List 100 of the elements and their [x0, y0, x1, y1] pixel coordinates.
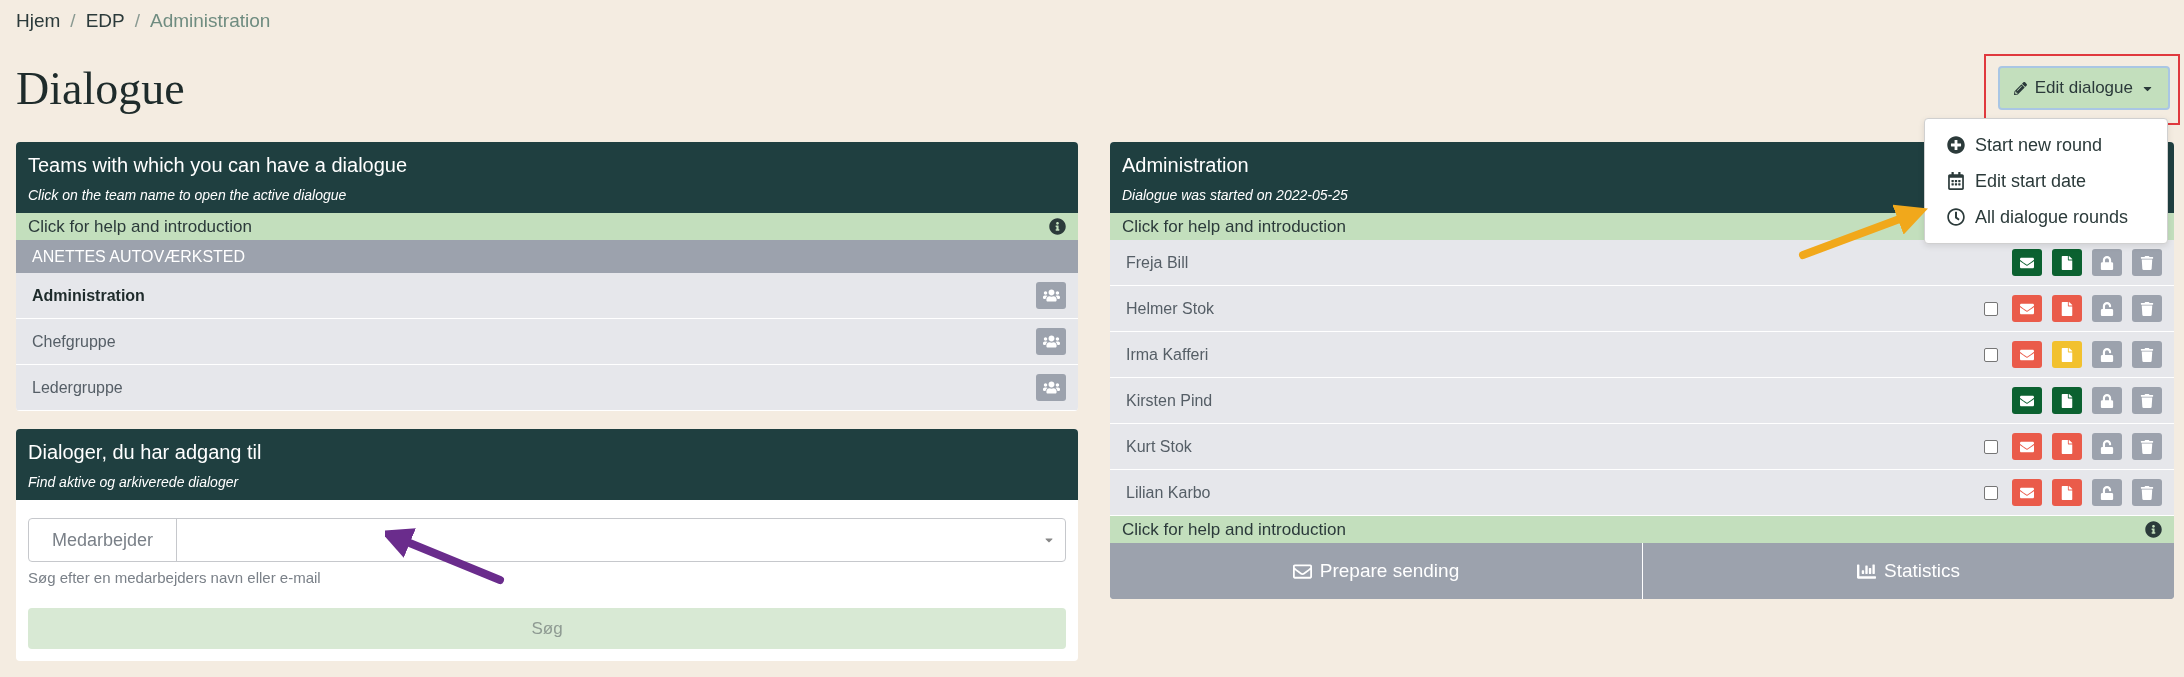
- help-bar[interactable]: Click for help and introduction: [16, 213, 1078, 240]
- document-button[interactable]: [2052, 387, 2082, 414]
- mail-button[interactable]: [2012, 433, 2042, 460]
- mail-button[interactable]: [2012, 295, 2042, 322]
- document-icon: [2060, 439, 2074, 454]
- group-header: ANETTES AUTOVÆRKSTED: [16, 240, 1078, 273]
- menu-item[interactable]: Start new round: [1925, 127, 2167, 163]
- lock-icon: [2100, 393, 2114, 408]
- pencil-icon: [2013, 81, 2027, 95]
- breadcrumb-separator: /: [134, 10, 140, 32]
- panel-title: Dialoger, du har adgang til: [28, 441, 263, 464]
- team-name[interactable]: Chefgruppe: [32, 332, 116, 351]
- lock-button[interactable]: [2092, 295, 2122, 322]
- delete-button[interactable]: [2132, 479, 2162, 506]
- unlocked-icon: [2100, 301, 2114, 316]
- lock-button[interactable]: [2092, 387, 2122, 414]
- menu-item[interactable]: Edit start date: [1925, 163, 2167, 199]
- envelope-icon: [2020, 347, 2034, 362]
- panel-subtitle: Click on the team name to open the active dialogue: [28, 187, 348, 203]
- trash-icon: [2140, 485, 2154, 500]
- team-row[interactable]: Chefgruppe: [16, 319, 1078, 365]
- help-bar[interactable]: Click for help and introduction: [1110, 516, 2174, 543]
- breadcrumb-link[interactable]: Hjem: [16, 10, 61, 32]
- member-name: Irma Kafferi: [1126, 345, 1209, 364]
- help-text: Click for help and introduction: [28, 216, 252, 237]
- team-row[interactable]: Ledergruppe: [16, 365, 1078, 411]
- team-name[interactable]: Ledergruppe: [32, 378, 123, 397]
- menu-item-label: Edit start date: [1975, 170, 2087, 192]
- lock-button[interactable]: [2092, 479, 2122, 506]
- field-label: Medarbejder: [29, 519, 177, 561]
- breadcrumb-separator: /: [70, 10, 76, 32]
- employee-select[interactable]: Medarbejder: [28, 518, 1066, 562]
- lock-icon: [2100, 255, 2114, 270]
- clock-icon: [1947, 208, 1965, 226]
- member-checkbox[interactable]: [1984, 485, 1998, 500]
- unlocked-icon: [2100, 439, 2114, 454]
- help-text: Click for help and introduction: [1122, 519, 1346, 540]
- document-icon: [2060, 255, 2074, 270]
- trash-icon: [2140, 255, 2154, 270]
- team-members-button[interactable]: [1036, 374, 1066, 401]
- info-icon: [1049, 218, 1066, 235]
- panel-title: Administration: [1122, 154, 1250, 177]
- page-title: Dialogue: [16, 61, 185, 115]
- trash-icon: [2140, 439, 2154, 454]
- mail-button[interactable]: [2012, 387, 2042, 414]
- envelope-icon: [2020, 439, 2034, 454]
- lock-button[interactable]: [2092, 433, 2122, 460]
- member-checkbox[interactable]: [1984, 347, 1998, 362]
- trash-icon: [2140, 347, 2154, 362]
- panel-subtitle: Dialogue was started on 2022-05-25: [1122, 187, 1349, 203]
- envelope-icon: [1292, 561, 1312, 581]
- document-icon: [2060, 347, 2074, 362]
- envelope-icon: [2020, 301, 2034, 316]
- envelope-icon: [2020, 393, 2034, 408]
- team-name[interactable]: Administration: [32, 286, 145, 305]
- envelope-icon: [2020, 255, 2034, 270]
- team-row[interactable]: Administration: [16, 273, 1078, 319]
- member-checkbox[interactable]: [1984, 301, 1998, 316]
- envelope-icon: [2020, 485, 2034, 500]
- member-name: Lilian Karbo: [1126, 483, 1211, 502]
- unlocked-icon: [2100, 347, 2114, 362]
- edit-dialogue-button[interactable]: Edit dialogue: [1997, 66, 2170, 110]
- member-name: Helmer Stok: [1126, 299, 1215, 318]
- field-hint: Søg efter en medarbejders navn eller e-mail: [28, 569, 322, 586]
- bar-chart-icon: [1857, 561, 1876, 581]
- mail-button[interactable]: [2012, 341, 2042, 368]
- member-name: Freja Bill: [1126, 253, 1189, 272]
- trash-icon: [2140, 393, 2154, 408]
- panel-title: Teams with which you can have a dialogue: [28, 154, 409, 177]
- users-icon: [1042, 333, 1060, 350]
- unlocked-icon: [2100, 485, 2114, 500]
- mail-button[interactable]: [2012, 249, 2042, 276]
- document-button[interactable]: [2052, 249, 2082, 276]
- calendar-icon: [1947, 172, 1965, 190]
- document-icon: [2060, 485, 2074, 500]
- document-button[interactable]: [2052, 479, 2082, 506]
- users-icon: [1042, 287, 1060, 304]
- document-button[interactable]: [2052, 433, 2082, 460]
- document-button[interactable]: [2052, 295, 2082, 322]
- menu-item-label: Start new round: [1975, 134, 2103, 156]
- delete-button[interactable]: [2132, 433, 2162, 460]
- delete-button[interactable]: [2132, 341, 2162, 368]
- lock-button[interactable]: [2092, 249, 2122, 276]
- help-text: Click for help and introduction: [1122, 216, 1346, 237]
- team-members-button[interactable]: [1036, 328, 1066, 355]
- lock-button[interactable]: [2092, 341, 2122, 368]
- panel-subtitle: Find aktive og arkiverede dialoger: [28, 474, 240, 490]
- member-name: Kurt Stok: [1126, 437, 1192, 456]
- team-members-button[interactable]: [1036, 282, 1066, 309]
- member-name: Kirsten Pind: [1126, 391, 1213, 410]
- delete-button[interactable]: [2132, 387, 2162, 414]
- users-icon: [1042, 379, 1060, 396]
- breadcrumb-link[interactable]: EDP: [85, 10, 125, 32]
- info-icon: [2145, 521, 2162, 538]
- document-icon: [2060, 301, 2074, 316]
- document-icon: [2060, 393, 2074, 408]
- delete-button[interactable]: [2132, 295, 2162, 322]
- delete-button[interactable]: [2132, 249, 2162, 276]
- mail-button[interactable]: [2012, 479, 2042, 506]
- member-checkbox[interactable]: [1984, 439, 1998, 454]
